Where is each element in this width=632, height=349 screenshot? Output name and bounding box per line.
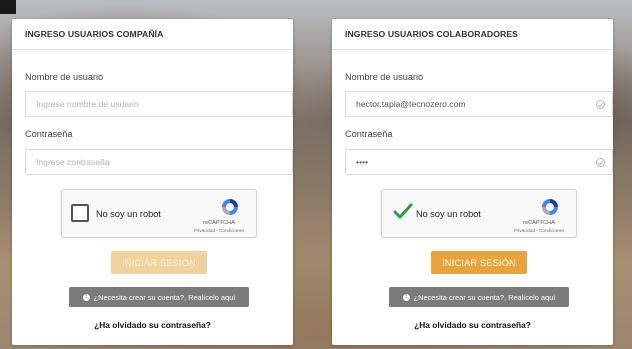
recaptcha-logo-icon (222, 199, 238, 215)
company-signup-label: ¿Necesita crear su cuenta?, Realícelo aq… (93, 292, 236, 302)
company-username-input[interactable]: Ingrese nombre de usuario (25, 91, 293, 117)
company-username-label: Nombre de usuario (25, 72, 104, 82)
company-recaptcha: No soy un robot reCAPTCHA Privacidad - C… (61, 189, 257, 238)
collab-password-input[interactable]: •••• (345, 149, 613, 175)
collab-login-button[interactable]: INICIAR SESIÓN (431, 251, 527, 274)
company-login-panel: INGRESO USUARIOS COMPAÑÍA Nombre de usua… (12, 19, 293, 345)
checkmark-icon[interactable] (393, 201, 413, 221)
info-circle-icon: ! (82, 293, 90, 301)
company-login-button[interactable]: INICIAR SESIÓN (111, 251, 207, 274)
company-captcha-label: No soy un robot (96, 209, 161, 219)
company-forgot-password-link[interactable]: ¿Ha olvidado su contraseña? (12, 320, 293, 330)
collab-forgot-password-link[interactable]: ¿Ha olvidado su contraseña? (332, 320, 613, 330)
company-captcha-brand: reCAPTCHA (203, 220, 235, 226)
company-password-label: Contraseña (25, 129, 73, 139)
company-captcha-checkbox[interactable] (71, 204, 89, 222)
company-signup-button[interactable]: ! ¿Necesita crear su cuenta?, Realícelo … (69, 287, 249, 307)
collab-captcha-terms[interactable]: Privacidad - Condiciones (507, 228, 571, 233)
recaptcha-logo-icon (542, 199, 558, 215)
company-password-input[interactable]: Ingrese contraseña (25, 149, 293, 175)
collab-captcha-brand: reCAPTCHA (523, 220, 555, 226)
collab-username-input[interactable]: hector.tapia@tecnozero.com (345, 91, 613, 117)
corner-badge (0, 0, 16, 14)
company-password-placeholder: Ingrese contraseña (36, 157, 110, 167)
company-username-placeholder: Ingrese nombre de usuario (36, 99, 139, 109)
info-circle-icon: ! (402, 293, 410, 301)
company-panel-title: INGRESO USUARIOS COMPAÑÍA (12, 19, 293, 50)
collab-panel-title: INGRESO USUARIOS COLABORADORES (332, 19, 613, 50)
collaborator-login-panel: INGRESO USUARIOS COLABORADORES Nombre de… (332, 19, 613, 345)
collab-recaptcha: No soy un robot reCAPTCHA Privacidad - C… (381, 189, 577, 238)
collab-signup-label: ¿Necesita crear su cuenta?, Realícelo aq… (413, 292, 556, 302)
check-circle-icon (596, 100, 605, 109)
collab-signup-button[interactable]: ! ¿Necesita crear su cuenta?, Realícelo … (389, 287, 569, 307)
company-captcha-terms[interactable]: Privacidad - Condiciones (187, 228, 251, 233)
collab-username-label: Nombre de usuario (345, 72, 424, 82)
check-circle-icon (596, 158, 605, 167)
collab-password-label: Contraseña (345, 129, 393, 139)
collab-password-value: •••• (356, 157, 369, 167)
collab-captcha-label: No soy un robot (416, 209, 481, 219)
collab-username-value: hector.tapia@tecnozero.com (356, 99, 466, 109)
